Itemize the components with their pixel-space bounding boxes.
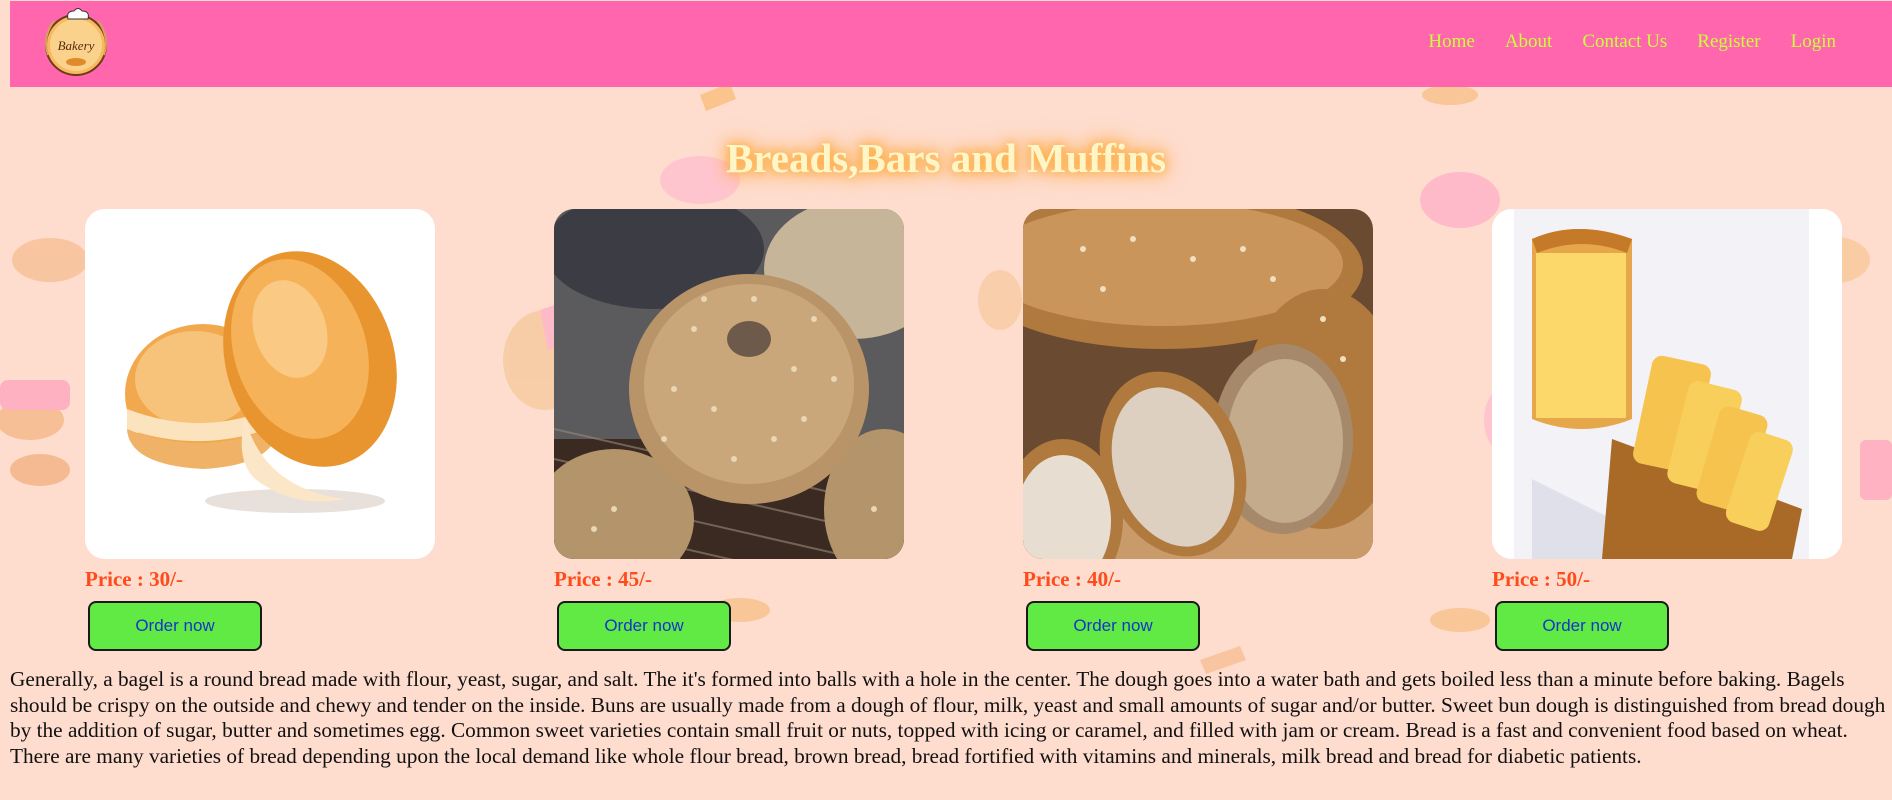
product-price: Price : 45/- xyxy=(554,567,652,591)
product-card: Price : 45/- Order now xyxy=(554,209,904,651)
product-card: Price : 50/- Order now xyxy=(1492,209,1842,651)
order-now-button[interactable]: Order now xyxy=(557,601,731,651)
nav-about[interactable]: About xyxy=(1505,31,1553,53)
order-now-button[interactable]: Order now xyxy=(1495,601,1669,651)
bread-description: Generally, a bagel is a round bread made… xyxy=(10,667,1886,768)
main-nav: Home About Contact Us Register Login xyxy=(1428,31,1836,53)
order-now-button[interactable]: Order now xyxy=(1026,601,1200,651)
product-price: Price : 30/- xyxy=(85,567,183,591)
product-card: Price : 30/- Order now xyxy=(85,209,435,651)
nav-contact-us[interactable]: Contact Us xyxy=(1582,31,1667,53)
product-price: Price : 40/- xyxy=(1023,567,1121,591)
order-now-button[interactable]: Order now xyxy=(88,601,262,651)
product-price: Price : 50/- xyxy=(1492,567,1590,591)
nav-register[interactable]: Register xyxy=(1697,31,1760,53)
nav-login[interactable]: Login xyxy=(1791,31,1836,53)
page-title: Breads,Bars and Muffins xyxy=(725,135,1167,181)
product-image-sliced-loaf xyxy=(1492,209,1842,559)
product-image-buns xyxy=(85,209,435,559)
product-card: Price : 40/- Order now xyxy=(1023,209,1373,651)
bakery-logo[interactable]: Bakery xyxy=(38,7,114,83)
product-image-sesame-bagel xyxy=(554,209,904,559)
nav-home[interactable]: Home xyxy=(1428,31,1474,53)
svg-text:Bakery: Bakery xyxy=(58,38,95,53)
top-navbar: Bakery Home About Contact Us Register Lo… xyxy=(10,1,1892,87)
product-image-multigrain-bread xyxy=(1023,209,1373,559)
